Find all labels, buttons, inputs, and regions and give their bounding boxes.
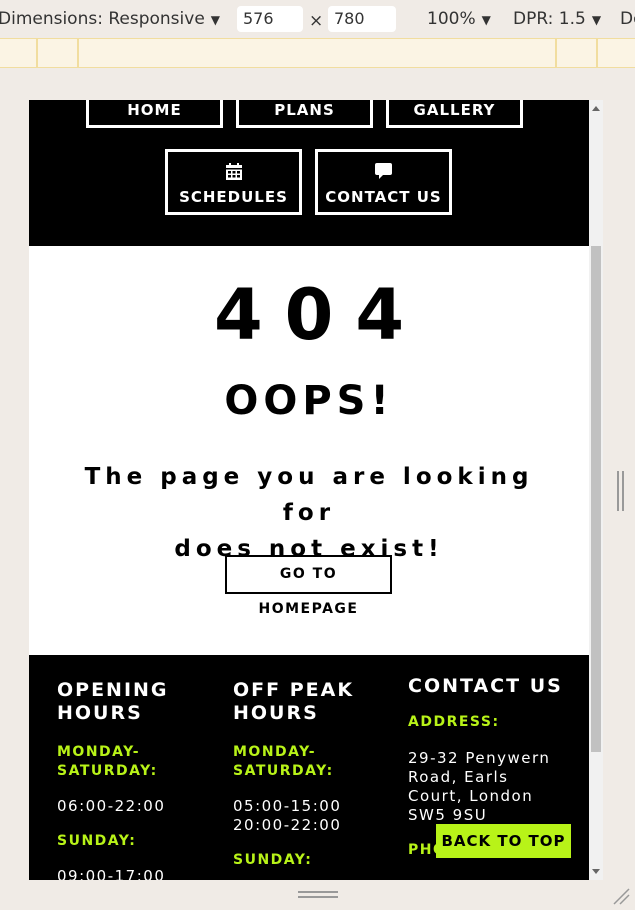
address-line: 29-32 Penywern: [408, 749, 551, 767]
error-section: 404 OOPS! The page you are looking for d…: [29, 246, 589, 655]
opening-hours-sunday: 09:00-17:00: [57, 867, 166, 880]
opening-sunday-label: SUNDAY:: [57, 833, 137, 849]
hours-line: 20:00-22:00: [233, 816, 342, 834]
nav-schedules-button[interactable]: SCHEDULES: [165, 149, 302, 215]
zoom-label: 100%: [427, 9, 476, 29]
media-query-bar[interactable]: [0, 38, 635, 68]
times-sign: ×: [309, 11, 324, 31]
label-line: MONDAY-: [233, 744, 317, 760]
chevron-down-icon: ▼: [210, 13, 221, 27]
off-peak-sunday-label: SUNDAY:: [233, 852, 313, 868]
error-title: OOPS!: [224, 378, 394, 424]
nav-gallery-button[interactable]: GALLERY: [386, 100, 523, 128]
label-line: MONDAY-: [57, 744, 141, 760]
address-line: Road, Earls: [408, 768, 509, 786]
address-label: ADDRESS:: [408, 714, 500, 730]
label-line: SATURDAY:: [57, 763, 158, 779]
calendar-icon: [168, 163, 299, 180]
heading-line: OFF PEAK: [233, 679, 355, 701]
scroll-down-arrow-icon[interactable]: [592, 869, 600, 874]
nav-home-button[interactable]: HOME: [86, 100, 223, 128]
off-peak-heading: OFF PEAK HOURS: [233, 679, 354, 725]
speech-bubble-icon: [318, 163, 449, 180]
site-nav: HOME PLANS GALLERY SCHEDULES CONTACT US: [29, 100, 589, 246]
heading-line: HOURS: [233, 702, 319, 724]
dpr-label: DPR: 1.5: [513, 9, 586, 29]
width-input[interactable]: 576: [237, 6, 303, 32]
nav-contact-button[interactable]: CONTACT US: [315, 149, 452, 215]
address-line: Court, London: [408, 787, 534, 805]
chevron-down-icon: ▼: [481, 13, 491, 27]
devtools-toolbar: Dimensions: Responsive ▼ 576 × 780 100% ▼ …: [0, 0, 635, 38]
contact-heading: CONTACT US: [408, 675, 563, 697]
height-input[interactable]: 780: [328, 6, 396, 32]
address-text: 29-32 Penywern Road, Earls Court, London…: [408, 749, 550, 825]
resize-corner-icon[interactable]: [612, 887, 630, 905]
opening-hours-heading: OPENING HOURS: [57, 679, 169, 725]
off-peak-hours-weekday: 05:00-15:00 20:00-22:00: [233, 797, 341, 835]
chevron-down-icon: ▼: [591, 13, 602, 27]
nav-label: SCHEDULES: [179, 188, 288, 206]
zoom-dropdown[interactable]: 100% ▼: [427, 9, 491, 29]
dimensions-dropdown[interactable]: Dimensions: Responsive ▼: [0, 9, 220, 29]
heading-line: HOURS: [57, 702, 143, 724]
error-message-line: The page you are looking for: [84, 464, 534, 526]
off-peak-days-label: MONDAY- SATURDAY:: [233, 743, 334, 781]
scrollbar-thumb[interactable]: [591, 246, 601, 752]
nav-label: CONTACT US: [325, 188, 442, 206]
nav-label: PLANS: [274, 101, 335, 119]
viewport-scrollbar[interactable]: [589, 100, 603, 880]
resize-handle-right[interactable]: [617, 471, 625, 511]
opening-days-label: MONDAY- SATURDAY:: [57, 743, 158, 781]
back-to-top-button[interactable]: BACK TO TOP: [436, 824, 571, 858]
heading-line: OPENING: [57, 679, 169, 701]
nav-plans-button[interactable]: PLANS: [236, 100, 373, 128]
dpr-dropdown[interactable]: DPR: 1.5 ▼: [513, 9, 601, 29]
device-viewport: HOME PLANS GALLERY SCHEDULES CONTACT US …: [29, 100, 589, 880]
resize-handle-bottom[interactable]: [298, 891, 338, 899]
hours-line: 05:00-15:00: [233, 797, 342, 815]
more-label[interactable]: De: [620, 9, 635, 29]
address-line: SW5 9SU: [408, 806, 488, 824]
opening-hours-weekday: 06:00-22:00: [57, 797, 166, 815]
go-to-homepage-button[interactable]: GO TO HOMEPAGE: [225, 555, 392, 617]
nav-label: HOME: [127, 101, 182, 119]
dimensions-label: Dimensions: Responsive: [0, 9, 205, 29]
scroll-up-arrow-icon[interactable]: [592, 106, 600, 111]
nav-label: GALLERY: [413, 101, 496, 119]
label-line: SATURDAY:: [233, 763, 334, 779]
error-code: 404: [213, 274, 427, 356]
error-message: The page you are looking for does not ex…: [69, 459, 549, 567]
